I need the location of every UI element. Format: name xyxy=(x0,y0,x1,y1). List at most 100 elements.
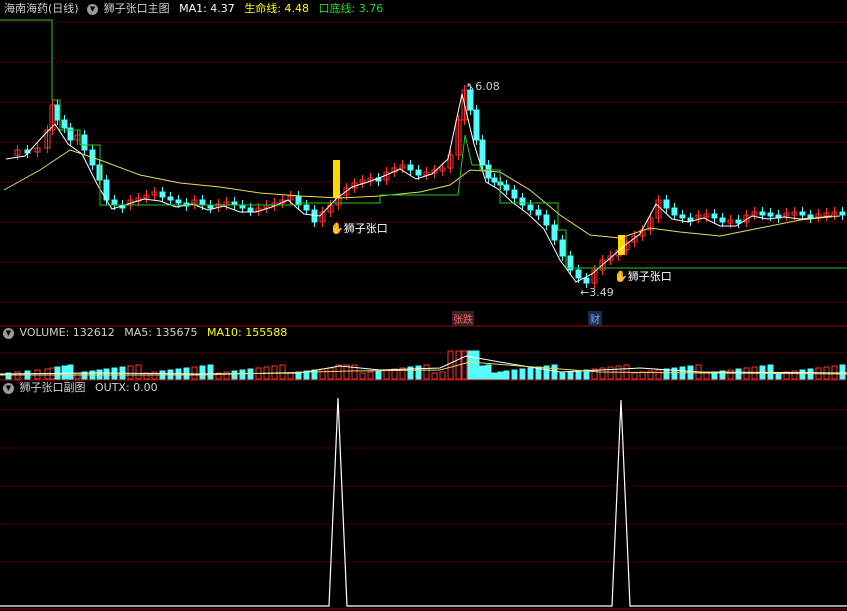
volume-bar xyxy=(519,368,526,380)
volume-bar xyxy=(311,369,318,380)
candle-body xyxy=(679,214,686,219)
high-price-marker: ↖6.08 xyxy=(466,80,500,93)
candle-body xyxy=(719,217,726,223)
volume-bar xyxy=(479,365,486,380)
volume-bar xyxy=(575,370,582,380)
sub-panel-header: ▼ 狮子张口副图 OUTX: 0.00 xyxy=(0,380,160,396)
candle-body xyxy=(467,89,474,111)
volume-bar xyxy=(135,364,142,380)
volume-bar xyxy=(461,350,468,380)
candle-body xyxy=(479,139,486,166)
candle-body xyxy=(583,277,590,284)
candle-body xyxy=(839,211,846,216)
volume-bar xyxy=(423,364,430,380)
candle-body xyxy=(415,169,422,176)
candle-body xyxy=(511,189,518,199)
volume-bar xyxy=(491,372,498,380)
volume-bar xyxy=(503,370,510,380)
dropdown-icon[interactable]: ▼ xyxy=(87,3,99,15)
candle-body xyxy=(807,214,814,219)
volume-bar xyxy=(735,368,742,380)
candle-body xyxy=(799,211,806,216)
life-line-label: 生命线: 4.48 xyxy=(244,2,310,15)
volume-bar xyxy=(631,372,638,380)
volume-label: VOLUME: 132612 xyxy=(19,326,115,339)
candle-body xyxy=(81,134,88,151)
ma1-line xyxy=(5,93,833,283)
ma10-label: MA10: 155588 xyxy=(206,326,288,339)
volume-bar xyxy=(207,364,214,380)
candle-body xyxy=(559,239,566,257)
volume-bar xyxy=(61,365,68,380)
candle-body xyxy=(159,191,166,198)
candle-body xyxy=(663,199,670,209)
candle-body xyxy=(519,197,526,206)
dropdown-icon[interactable]: ▼ xyxy=(3,382,14,394)
volume-bar xyxy=(551,364,558,380)
volume-bar xyxy=(447,350,454,380)
outx-label: OUTX: 0.00 xyxy=(95,381,158,394)
outx-line xyxy=(0,397,847,607)
volume-bar xyxy=(287,372,294,380)
volume-bar xyxy=(375,370,382,380)
volume-bar xyxy=(103,368,110,380)
volume-bar xyxy=(511,369,518,380)
volume-bar xyxy=(567,371,574,380)
volume-bar xyxy=(727,369,734,380)
volume-bar xyxy=(231,370,238,380)
main-panel-header: 海南海药(日线) ▼ 狮子张口主图 MA1: 4.37 生命线: 4.48 口底… xyxy=(0,1,385,17)
ma1-label: MA1: 4.37 xyxy=(179,2,235,15)
volume-bar xyxy=(359,372,366,380)
volume-bar xyxy=(74,372,81,380)
stock-chart-window: 海南海药(日线) ▼ 狮子张口主图 MA1: 4.37 生命线: 4.48 口底… xyxy=(0,0,847,611)
volume-bar xyxy=(415,365,422,380)
candle-body xyxy=(759,211,766,216)
signal-bar xyxy=(333,160,340,198)
event-tag[interactable]: 张跌 xyxy=(452,311,474,326)
candle-body xyxy=(199,199,206,206)
ma5-label: MA5: 135675 xyxy=(124,326,198,339)
volume-bar xyxy=(497,371,504,380)
stock-name: 海南海药(日线) xyxy=(4,2,79,15)
volume-bar xyxy=(431,372,438,380)
candle-body xyxy=(111,199,118,206)
candle-body xyxy=(575,269,582,279)
volume-bar xyxy=(607,366,614,380)
low-price-marker: ←3.49 xyxy=(580,286,614,299)
volume-bar xyxy=(239,369,246,380)
candle-body xyxy=(767,212,774,217)
volume-bar xyxy=(703,372,710,380)
volume-bar xyxy=(279,364,286,380)
candle-body xyxy=(175,199,182,204)
volume-bar xyxy=(327,367,334,380)
candle-body xyxy=(247,207,254,212)
volume-bar xyxy=(639,371,646,380)
candle-body xyxy=(503,184,510,191)
volume-bar xyxy=(67,364,74,380)
candle-body xyxy=(535,209,542,216)
indicator-title[interactable]: 狮子张口主图 xyxy=(104,2,170,15)
candle-body xyxy=(54,104,61,121)
candle-body xyxy=(527,204,534,211)
chart-canvas[interactable] xyxy=(0,0,847,611)
volume-bar xyxy=(319,368,326,380)
volume-bar xyxy=(839,364,846,380)
volume-bar xyxy=(439,371,446,380)
bottom-line xyxy=(0,19,847,269)
signal-label: ✋狮子张口 xyxy=(614,270,672,283)
candle-body xyxy=(735,219,742,224)
signal-label: ✋狮子张口 xyxy=(330,222,388,235)
sub-panel-title[interactable]: 狮子张口副图 xyxy=(20,381,86,394)
candle-body xyxy=(167,196,174,201)
dropdown-icon[interactable]: ▼ xyxy=(3,327,14,339)
volume-panel-header: ▼ VOLUME: 132612 MA5: 135675 MA10: 15558… xyxy=(0,325,289,341)
candle-body xyxy=(303,204,310,211)
volume-bar xyxy=(655,369,662,380)
candle-body xyxy=(61,119,68,129)
volume-bar xyxy=(199,365,206,380)
volume-bar xyxy=(467,350,474,380)
life-line xyxy=(3,149,841,239)
volume-bar xyxy=(527,367,534,380)
event-tag[interactable]: 财 xyxy=(588,311,602,326)
candle-body xyxy=(473,109,480,141)
